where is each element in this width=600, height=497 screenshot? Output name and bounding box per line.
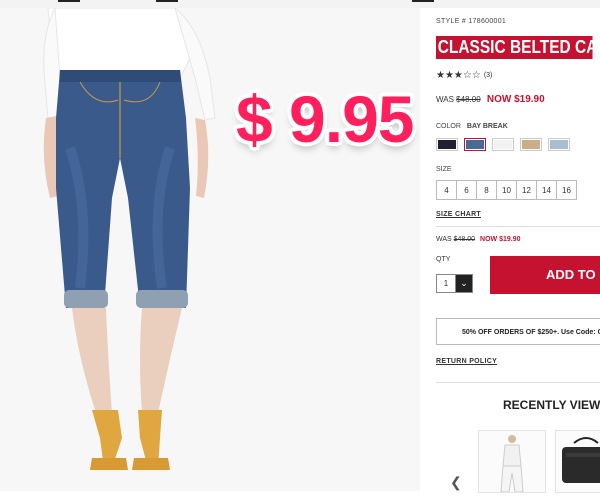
promo-price-overlay: $ 9.95 — [236, 82, 414, 156]
size-chart-link[interactable]: SIZE CHART — [436, 211, 481, 218]
product-photo[interactable]: $ 9.95 — [0, 8, 420, 491]
color-label: COLOR — [436, 123, 461, 130]
qty-select[interactable]: 1 ⌄ — [436, 274, 473, 293]
size-option[interactable]: 8 — [476, 180, 497, 200]
swatch-light-wash[interactable] — [548, 138, 570, 151]
overalls-thumbnail — [500, 435, 524, 493]
nav-marker — [412, 0, 434, 2]
now-price: NOW $19.90 — [480, 236, 521, 243]
product-title: CLASSIC BELTED CAPRI — [436, 36, 600, 59]
now-price: NOW $19.90 — [486, 94, 545, 105]
swatch-khaki[interactable] — [520, 138, 542, 151]
swatch-dark-navy[interactable] — [436, 138, 458, 151]
size-options: 4 6 8 10 12 14 16 — [436, 180, 577, 200]
recently-viewed-item[interactable] — [555, 430, 600, 493]
size-option[interactable]: 12 — [516, 180, 537, 200]
price-block: WAS $48.00 NOW $19.90 — [436, 94, 545, 105]
product-info-panel: STYLE # 178600001 CLASSIC BELTED CAPRI ★… — [436, 0, 600, 493]
swatch-white[interactable] — [492, 138, 514, 151]
recently-viewed-heading: RECENTLY VIEWED — [503, 398, 600, 412]
promo-banner: 50% OFF ORDERS OF $250+. Use Code: GIFTS — [436, 318, 600, 345]
rating-stars: ★★★☆☆ — [436, 70, 481, 81]
was-label: WAS — [436, 95, 454, 104]
selected-color: BAY BREAK — [466, 123, 508, 130]
price-block-secondary: WAS $48.00 NOW $19.90 — [436, 236, 520, 243]
divider — [436, 226, 600, 227]
size-option[interactable]: 16 — [556, 180, 577, 200]
size-option[interactable]: 4 — [436, 180, 457, 200]
size-option[interactable]: 10 — [496, 180, 517, 200]
color-selector-label: COLOR BAY BREAK — [436, 123, 508, 130]
model-jeans-illustration — [43, 8, 216, 470]
nav-marker — [58, 0, 80, 2]
return-policy-link[interactable]: RETURN POLICY — [436, 358, 497, 365]
size-label: SIZE — [436, 166, 452, 173]
chevron-left-icon[interactable]: ❮ — [450, 474, 462, 491]
swatch-bay-break[interactable] — [464, 138, 486, 151]
was-label: WAS — [436, 236, 452, 243]
nav-marker — [156, 0, 178, 2]
add-to-bag-button[interactable]: ADD TO BAG — [490, 256, 600, 294]
was-price: $48.00 — [453, 236, 476, 243]
style-number: STYLE # 178600001 — [436, 18, 507, 25]
chevron-down-icon[interactable]: ⌄ — [456, 274, 473, 293]
qty-label: QTY — [436, 256, 451, 263]
qty-value[interactable]: 1 — [436, 274, 456, 293]
divider — [436, 382, 600, 383]
color-swatches — [436, 138, 570, 151]
size-option[interactable]: 14 — [536, 180, 557, 200]
was-price: $48.00 — [456, 95, 481, 104]
bag-thumbnail — [562, 437, 600, 483]
size-option[interactable]: 6 — [456, 180, 477, 200]
rating[interactable]: ★★★☆☆ (3) — [436, 70, 492, 81]
recently-viewed-item[interactable] — [478, 430, 546, 493]
review-count[interactable]: (3) — [484, 72, 493, 79]
